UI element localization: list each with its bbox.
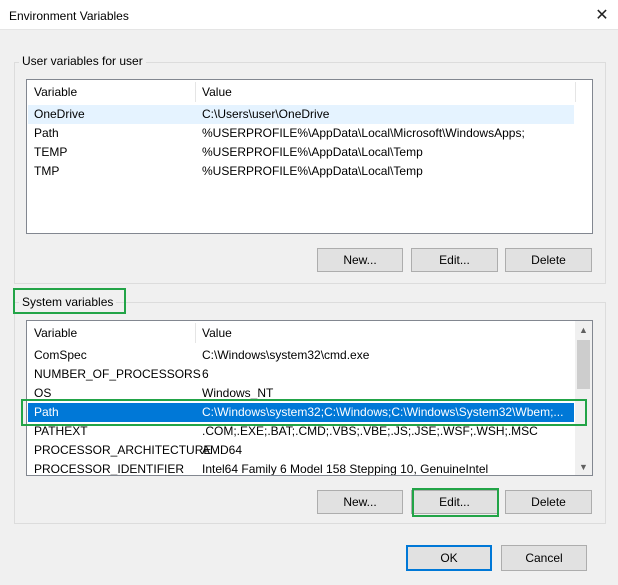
variable-value: %USERPROFILE%\AppData\Local\Temp bbox=[202, 145, 423, 159]
list-item[interactable]: PROCESSOR_ARCHITECTURE AMD64 bbox=[28, 441, 574, 460]
list-item[interactable]: PATHEXT .COM;.EXE;.BAT;.CMD;.VBS;.VBE;.J… bbox=[28, 422, 574, 441]
window-title: Environment Variables bbox=[9, 9, 129, 23]
variable-name: PROCESSOR_ARCHITECTURE bbox=[34, 443, 212, 457]
variable-value: 6 bbox=[202, 367, 209, 381]
close-button[interactable]: ✕ bbox=[586, 0, 618, 30]
list-item[interactable]: OneDrive C:\Users\user\OneDrive bbox=[28, 105, 574, 124]
list-header: Variable Value bbox=[27, 80, 592, 104]
user-edit-button[interactable]: Edit... bbox=[411, 248, 498, 272]
column-header-value[interactable]: Value bbox=[195, 80, 582, 104]
user-delete-button[interactable]: Delete bbox=[505, 248, 592, 272]
system-edit-button[interactable]: Edit... bbox=[411, 490, 498, 514]
ok-button[interactable]: OK bbox=[406, 545, 492, 571]
user-variables-list[interactable]: Variable Value OneDrive C:\Users\user\On… bbox=[26, 79, 593, 234]
scroll-thumb[interactable] bbox=[577, 340, 590, 389]
list-item[interactable]: TMP %USERPROFILE%\AppData\Local\Temp bbox=[28, 162, 574, 181]
variable-value: %USERPROFILE%\AppData\Local\Temp bbox=[202, 164, 423, 178]
variable-value: C:\Windows\system32;C:\Windows;C:\Window… bbox=[202, 405, 564, 419]
variable-name: NUMBER_OF_PROCESSORS bbox=[34, 367, 201, 381]
list-item[interactable]: Path %USERPROFILE%\AppData\Local\Microso… bbox=[28, 124, 574, 143]
system-new-button[interactable]: New... bbox=[317, 490, 403, 514]
user-variables-label: User variables for user bbox=[19, 54, 146, 68]
list-header: Variable Value bbox=[27, 321, 592, 345]
variable-name: ComSpec bbox=[34, 348, 87, 362]
variable-name: PATHEXT bbox=[34, 424, 88, 438]
cancel-button[interactable]: Cancel bbox=[501, 545, 587, 571]
close-icon: ✕ bbox=[595, 7, 609, 24]
variable-value: .COM;.EXE;.BAT;.CMD;.VBS;.VBE;.JS;.JSE;.… bbox=[202, 424, 538, 438]
vertical-scrollbar[interactable]: ▲ ▼ bbox=[575, 321, 592, 475]
variable-name: OneDrive bbox=[34, 107, 85, 121]
variable-value: C:\Windows\system32\cmd.exe bbox=[202, 348, 370, 362]
variable-value: Windows_NT bbox=[202, 386, 274, 400]
variable-name: Path bbox=[34, 405, 59, 419]
scroll-down-icon[interactable]: ▼ bbox=[575, 458, 592, 475]
variable-name: TMP bbox=[34, 164, 60, 178]
variable-name: Path bbox=[34, 126, 59, 140]
list-item[interactable]: PROCESSOR_IDENTIFIER Intel64 Family 6 Mo… bbox=[28, 460, 574, 476]
column-divider[interactable] bbox=[575, 82, 576, 102]
system-delete-button[interactable]: Delete bbox=[505, 490, 592, 514]
variable-name: TEMP bbox=[34, 145, 68, 159]
system-variables-label: System variables bbox=[19, 295, 117, 309]
variable-value: %USERPROFILE%\AppData\Local\Microsoft\Wi… bbox=[202, 126, 525, 140]
column-header-variable[interactable]: Variable bbox=[27, 321, 201, 345]
system-variables-list[interactable]: Variable Value ComSpec C:\Windows\system… bbox=[26, 320, 593, 476]
variable-value: C:\Users\user\OneDrive bbox=[202, 107, 330, 121]
column-header-value[interactable]: Value bbox=[195, 321, 582, 345]
list-item[interactable]: TEMP %USERPROFILE%\AppData\Local\Temp bbox=[28, 143, 574, 162]
column-header-variable[interactable]: Variable bbox=[27, 80, 201, 104]
list-item[interactable]: OS Windows_NT bbox=[28, 384, 574, 403]
list-item[interactable]: NUMBER_OF_PROCESSORS 6 bbox=[28, 365, 574, 384]
list-item-selected[interactable]: Path C:\Windows\system32;C:\Windows;C:\W… bbox=[28, 403, 574, 422]
scroll-up-icon[interactable]: ▲ bbox=[575, 321, 592, 338]
list-item[interactable]: ComSpec C:\Windows\system32\cmd.exe bbox=[28, 346, 574, 365]
variable-value: AMD64 bbox=[202, 443, 243, 457]
user-new-button[interactable]: New... bbox=[317, 248, 403, 272]
variable-name: PROCESSOR_IDENTIFIER bbox=[34, 462, 185, 476]
title-bar[interactable]: Environment Variables ✕ bbox=[0, 0, 618, 30]
variable-name: OS bbox=[34, 386, 52, 400]
variable-value: Intel64 Family 6 Model 158 Stepping 10, … bbox=[202, 462, 489, 476]
